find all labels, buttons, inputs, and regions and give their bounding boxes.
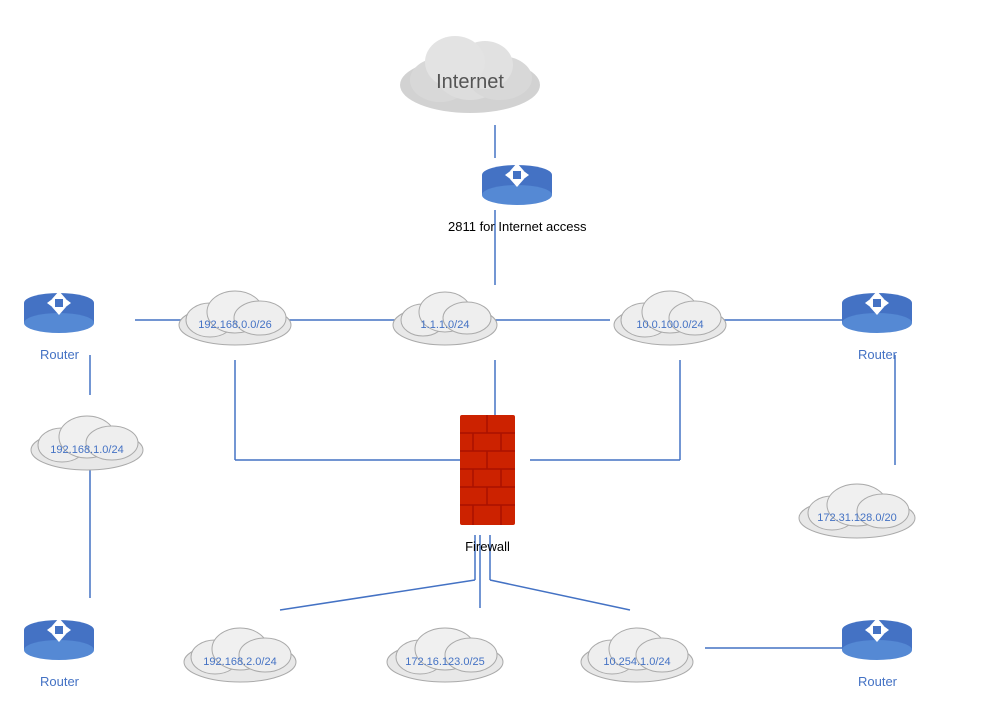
cloud-172-16: 172.16.123.0/25 (378, 607, 513, 687)
network-diagram: Internet 2811 for Internet access 1.1.1.… (0, 0, 990, 725)
svg-text:172.31.128.0/20: 172.31.128.0/20 (817, 512, 897, 524)
router-bot-right-label: Router (858, 674, 897, 689)
router-top: 2811 for Internet access (448, 155, 587, 234)
router-top-label: 2811 for Internet access (448, 219, 587, 234)
firewall-label: Firewall (465, 539, 510, 554)
router-bot-left-label: Router (40, 674, 79, 689)
cloud-172-31: 172.31.128.0/20 (790, 463, 925, 543)
router-left: Router (22, 283, 97, 362)
firewall: Firewall (455, 415, 520, 554)
svg-text:Internet: Internet (436, 71, 504, 93)
router-right: Router (840, 283, 915, 362)
router-right-label: Router (858, 347, 897, 362)
router-left-label: Router (40, 347, 79, 362)
cloud-10-100: 10.0.100.0/24 (605, 270, 735, 350)
router-bot-right: Router (840, 610, 915, 689)
svg-text:10.254.1.0/24: 10.254.1.0/24 (603, 656, 670, 668)
cloud-1-1: 1.1.1.0/24 (385, 270, 505, 350)
svg-text:192.168.2.0/24: 192.168.2.0/24 (203, 656, 276, 668)
cloud-10-254: 10.254.1.0/24 (572, 607, 702, 687)
internet-cloud: Internet (390, 20, 550, 120)
router-bot-left: Router (22, 610, 97, 689)
svg-text:192.168.0.0/26: 192.168.0.0/26 (198, 319, 271, 331)
svg-text:10.0.100.0/24: 10.0.100.0/24 (636, 319, 703, 331)
svg-text:192.168.1.0/24: 192.168.1.0/24 (50, 444, 123, 456)
cloud-192-0: 192.168.0.0/26 (170, 270, 300, 350)
cloud-192-1: 192.168.1.0/24 (22, 395, 152, 475)
svg-text:1.1.1.0/24: 1.1.1.0/24 (421, 319, 470, 331)
cloud-192-2: 192.168.2.0/24 (175, 607, 305, 687)
svg-text:172.16.123.0/25: 172.16.123.0/25 (405, 656, 485, 668)
